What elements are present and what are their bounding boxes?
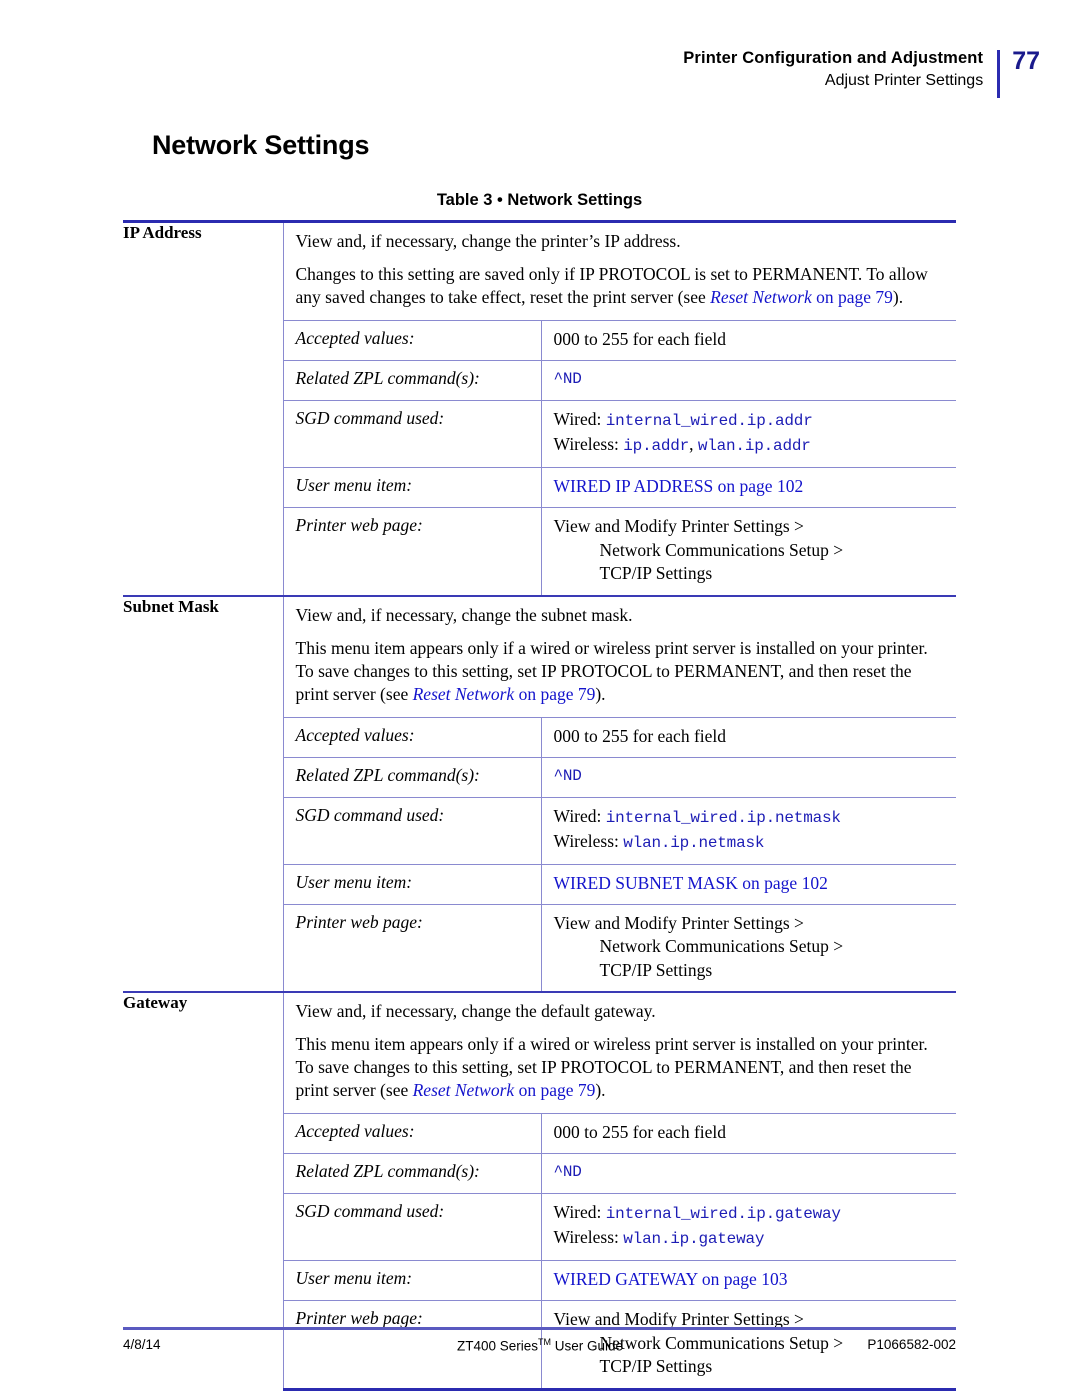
table-row: Subnet Mask View and, if necessary, chan…: [123, 594, 957, 992]
running-head-subtitle: Adjust Printer Settings: [824, 72, 984, 89]
row-value-sgd-command: Wired: internal_wired.ip.gateway Wireles…: [542, 1194, 957, 1260]
cross-reference-link[interactable]: Reset Network: [710, 287, 812, 307]
row-label-sgd-command: SGD command used:: [295, 408, 445, 428]
running-head-text: Printer Configuration and Adjustment Adj…: [683, 48, 997, 93]
running-head: Printer Configuration and Adjustment Adj…: [683, 48, 1040, 98]
document-page: Printer Configuration and Adjustment Adj…: [0, 0, 1080, 1397]
web-path-line-2: Network Communications Setup >: [599, 936, 844, 956]
running-head-title: Printer Configuration and Adjustment: [683, 49, 984, 67]
description-paragraph: This menu item appears only if a wired o…: [295, 1034, 928, 1100]
sgd-wired-line: Wired: internal_wired.ip.gateway: [553, 1202, 842, 1223]
row-label-accepted-values: Accepted values:: [295, 328, 415, 348]
row-value-zpl-command: ^ND: [553, 766, 582, 785]
row-label-zpl-command: Related ZPL command(s):: [295, 1161, 480, 1181]
table-body: IP Address View and, if necessary, chang…: [123, 220, 957, 1391]
web-path-line-1: View and Modify Printer Settings >: [553, 912, 804, 933]
row-label-accepted-values: Accepted values:: [295, 724, 415, 745]
row-label-accepted-values: Accepted values:: [295, 1121, 415, 1141]
page-title: Network Settings: [152, 130, 370, 160]
row-label-sgd-command: SGD command used:: [295, 804, 445, 825]
table-row: IP Address View and, if necessary, chang…: [123, 220, 957, 596]
row-value-zpl-command: ^ND: [553, 370, 582, 388]
row-value-printer-web-page: View and Modify Printer Settings > Netwo…: [542, 508, 957, 595]
web-path-line-2: Network Communications Setup >: [599, 539, 844, 560]
row-value-zpl-command: ^ND: [553, 1163, 582, 1181]
row-value-sgd-command: Wired: internal_wired.ip.addr Wireless: …: [542, 401, 957, 467]
network-settings-table: IP Address View and, if necessary, chang…: [123, 220, 957, 1391]
cross-reference-link[interactable]: Reset Network: [413, 1080, 515, 1100]
row-label-sgd-command: SGD command used:: [295, 1201, 445, 1221]
row-label-user-menu-item: User menu item:: [295, 1268, 413, 1288]
cross-reference-link[interactable]: Reset Network: [413, 684, 515, 704]
web-path-line-1: View and Modify Printer Settings >: [553, 516, 804, 536]
footer-rule: [123, 1327, 956, 1330]
web-path-line-3: TCP/IP Settings: [599, 563, 713, 583]
description-paragraph: View and, if necessary, change the print…: [295, 231, 681, 251]
row-value-user-menu-item[interactable]: WIRED SUBNET MASK on page 102: [542, 865, 957, 904]
row-value-user-menu-item[interactable]: WIRED GATEWAY on page 103: [542, 1261, 957, 1300]
sgd-wireless-line: Wireless: wlan.ip.netmask: [553, 830, 765, 852]
row-label-printer-web-page: Printer web page:: [295, 1308, 423, 1328]
row-value-user-menu-item[interactable]: WIRED IP ADDRESS on page 102: [542, 468, 957, 507]
setting-description: View and, if necessary, change the print…: [284, 223, 957, 320]
sgd-wireless-value-1: wlan.ip.netmask: [623, 833, 765, 852]
sgd-wireless-separator: ,: [689, 434, 694, 454]
row-label-user-menu-item: User menu item:: [295, 871, 413, 892]
page-number: 77: [1012, 47, 1040, 75]
row-value-sgd-command: Wired: internal_wired.ip.netmask Wireles…: [542, 798, 957, 864]
web-path-line-3: TCP/IP Settings: [599, 1356, 713, 1376]
row-label-printer-web-page: Printer web page:: [295, 515, 423, 535]
cross-reference-page-label[interactable]: on page 79: [816, 287, 893, 307]
sgd-wireless-line: Wireless: ip.addr, wlan.ip.addr: [553, 434, 811, 455]
sgd-wired-line: Wired: internal_wired.ip.addr: [553, 409, 813, 430]
row-label-printer-web-page: Printer web page:: [295, 911, 423, 932]
sgd-wired-value: internal_wired.ip.addr: [605, 412, 813, 430]
cross-reference-page-label[interactable]: on page 79: [519, 1080, 596, 1100]
row-value-accepted-values: 000 to 255 for each field: [553, 329, 727, 349]
row-label-zpl-command: Related ZPL command(s):: [295, 368, 480, 388]
table-row: Gateway View and, if necessary, change t…: [123, 991, 957, 1389]
setting-description: View and, if necessary, change the subne…: [284, 597, 957, 717]
sgd-wired-value: internal_wired.ip.gateway: [605, 1205, 841, 1223]
sgd-wired-value: internal_wired.ip.netmask: [605, 808, 841, 827]
row-value-accepted-values: 000 to 255 for each field: [553, 1122, 727, 1142]
row-value-printer-web-page: View and Modify Printer Settings > Netwo…: [542, 905, 957, 992]
row-label-user-menu-item: User menu item:: [295, 475, 413, 495]
sgd-wireless-value-1: wlan.ip.gateway: [623, 1230, 765, 1248]
setting-label: IP Address: [123, 220, 283, 596]
setting-label: Subnet Mask: [123, 594, 283, 992]
description-paragraph: View and, if necessary, change the subne…: [295, 604, 633, 625]
description-paragraph: This menu item appears only if a wired o…: [295, 637, 928, 704]
description-paragraph: View and, if necessary, change the defau…: [295, 1001, 656, 1021]
row-label-zpl-command: Related ZPL command(s):: [295, 764, 480, 785]
row-value-accepted-values: 000 to 255 for each field: [553, 725, 727, 746]
footer-part-number: P1066582-002: [867, 1337, 956, 1352]
table-caption: Table 3 • Network Settings: [436, 191, 643, 209]
web-path-line-3: TCP/IP Settings: [599, 959, 713, 980]
description-paragraph: Changes to this setting are saved only i…: [295, 264, 928, 307]
setting-description: View and, if necessary, change the defau…: [284, 993, 957, 1113]
cross-reference-page-label[interactable]: on page 79: [519, 684, 596, 704]
footer-date: 4/8/14: [123, 1337, 161, 1352]
sgd-wireless-value-2: wlan.ip.addr: [697, 437, 811, 455]
footer: 4/8/14 P1066582-002: [123, 1337, 956, 1352]
sgd-wired-line: Wired: internal_wired.ip.netmask: [553, 805, 842, 827]
sgd-wireless-line: Wireless: wlan.ip.gateway: [553, 1227, 765, 1248]
sgd-wireless-value-1: ip.addr: [623, 437, 690, 455]
